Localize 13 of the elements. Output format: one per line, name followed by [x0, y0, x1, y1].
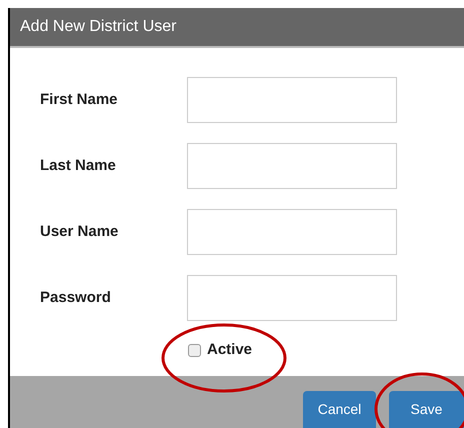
checkbox-label: Active	[207, 340, 252, 360]
field-label: User Name	[40, 222, 120, 242]
text-field[interactable]	[187, 275, 397, 321]
text-field[interactable]	[187, 209, 397, 255]
field-label: Password	[40, 288, 112, 308]
text-field[interactable]	[187, 143, 397, 189]
text-field[interactable]	[187, 77, 397, 123]
dialog-title: Add New District User	[20, 17, 176, 37]
cancel-button[interactable]: Cancel	[303, 391, 376, 428]
save-button[interactable]: Save	[389, 391, 464, 428]
active-checkbox[interactable]	[188, 344, 201, 357]
field-label: Last Name	[40, 156, 117, 176]
field-label: First Name	[40, 90, 119, 110]
